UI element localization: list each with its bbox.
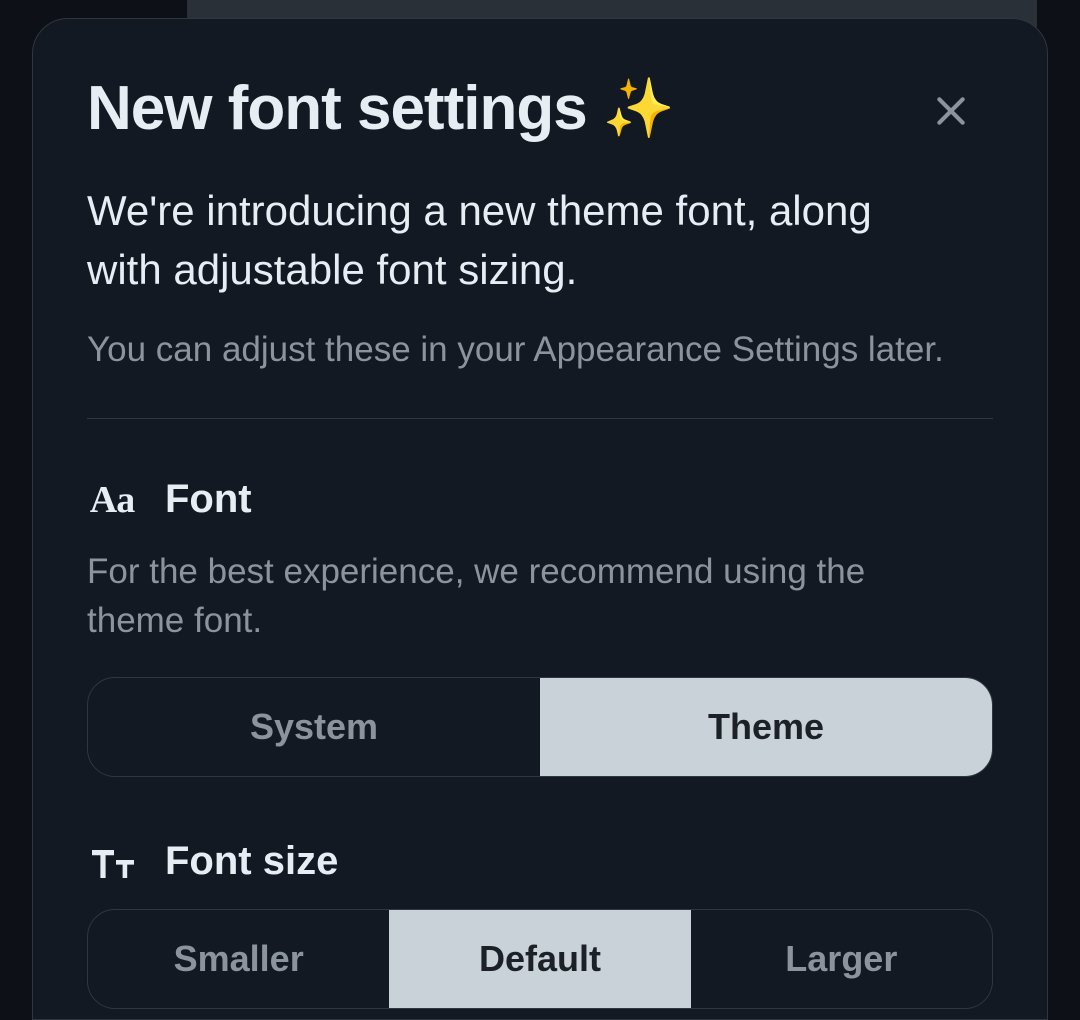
font-segmented-control: System Theme xyxy=(87,677,993,777)
font-option-theme[interactable]: Theme xyxy=(540,678,992,776)
aa-icon: Aa xyxy=(90,478,134,522)
font-section-header: Aa Font xyxy=(87,475,993,525)
size-section-title: Font size xyxy=(165,839,338,884)
modal-title: New font settings xyxy=(87,73,587,144)
size-segmented-control: Smaller Default Larger xyxy=(87,909,993,1009)
font-size-icon xyxy=(87,837,137,887)
text-size-icon xyxy=(88,838,136,886)
font-icon: Aa xyxy=(87,475,137,525)
close-button[interactable] xyxy=(927,87,975,135)
font-section-title: Font xyxy=(165,477,252,522)
font-section-description: For the best experience, we recommend us… xyxy=(87,547,967,645)
sparkles-icon: ✨ xyxy=(603,80,675,138)
modal-subtitle: We're introducing a new theme font, alon… xyxy=(87,182,937,300)
close-icon xyxy=(931,91,971,131)
size-option-default[interactable]: Default xyxy=(389,910,690,1008)
font-option-system[interactable]: System xyxy=(88,678,540,776)
modal-note: You can adjust these in your Appearance … xyxy=(87,330,993,370)
size-option-larger[interactable]: Larger xyxy=(691,910,992,1008)
font-settings-modal: New font settings ✨ We're introducing a … xyxy=(32,18,1048,1020)
modal-title-row: New font settings ✨ xyxy=(87,73,993,144)
size-section-header: Font size xyxy=(87,837,993,887)
divider xyxy=(87,418,993,419)
size-option-smaller[interactable]: Smaller xyxy=(88,910,389,1008)
